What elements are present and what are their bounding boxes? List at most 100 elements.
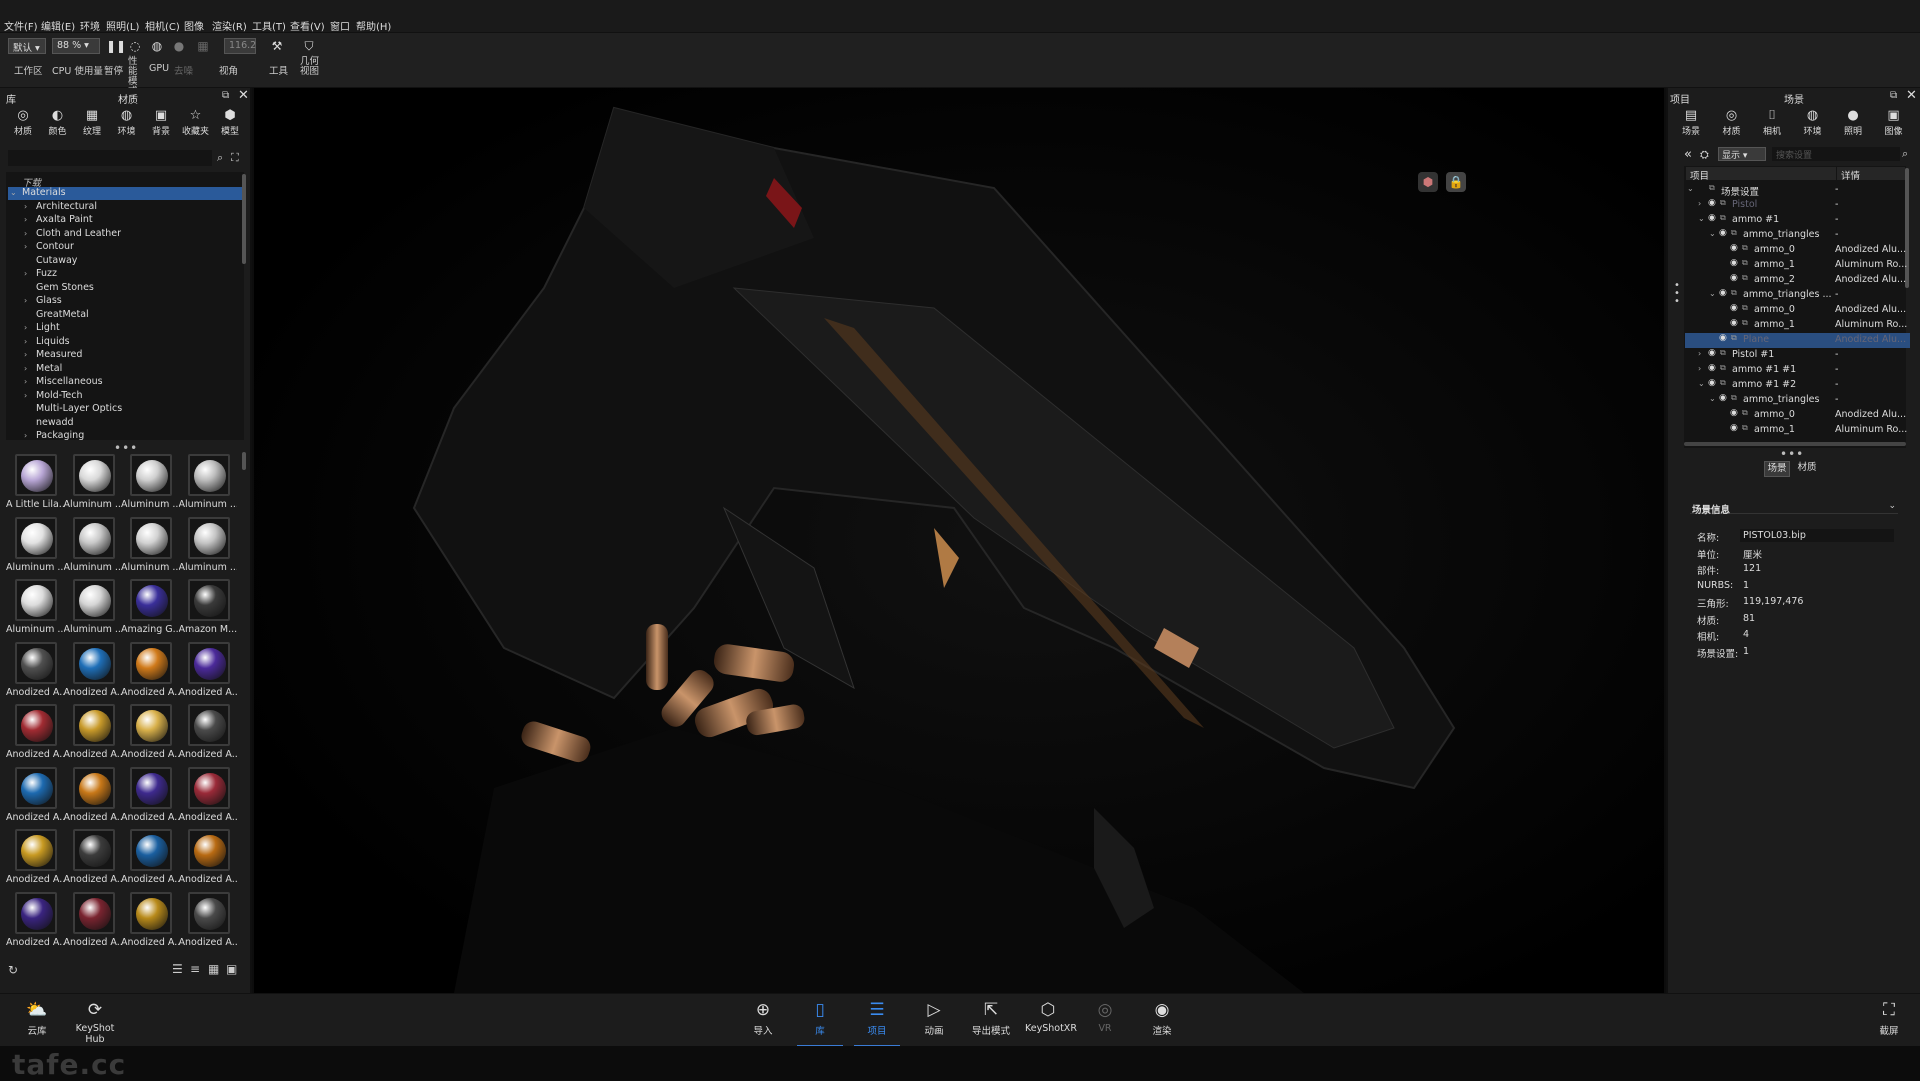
scene-tree-row[interactable]: ⌄ ◉ ⧉ ammo_triangles - (1685, 228, 1910, 243)
render-viewport[interactable]: ⬢ 🔒 (254, 88, 1664, 993)
scene-tree-row[interactable]: ◉ ⧉ ammo_2 Anodized Alu... (1685, 273, 1910, 288)
material-thumbnail[interactable]: Aluminum ... (6, 577, 64, 639)
material-thumbnail[interactable]: Anodized A... (121, 640, 179, 702)
tree-item[interactable]: › Contour (8, 241, 248, 254)
tree-item[interactable]: ⌄ Materials (8, 187, 242, 200)
eye-icon[interactable]: ◉ (1730, 273, 1738, 287)
tree-item[interactable]: Cutaway (8, 255, 248, 268)
lock-icon[interactable]: 🔒 (1446, 172, 1466, 192)
material-thumbnail[interactable]: Aluminum ... (64, 452, 122, 514)
scene-search-input[interactable]: 搜索设置 (1772, 147, 1900, 161)
material-thumbnail[interactable]: Amazing G... (121, 577, 179, 639)
chevron-right-icon[interactable]: › (24, 391, 34, 400)
eye-icon[interactable]: ◉ (1708, 378, 1716, 392)
material-thumbnail[interactable]: Anodized A... (179, 702, 237, 764)
material-thumbnail[interactable]: Aluminum ... (121, 452, 179, 514)
scene-tree-row[interactable]: ◉ ⧉ ammo_1 Aluminum Ro... (1685, 423, 1910, 438)
eye-icon[interactable]: ◉ (1730, 303, 1738, 317)
menu-item[interactable]: 帮助(H) (356, 18, 391, 33)
chevron-right-icon[interactable]: › (24, 377, 34, 386)
tab-camera[interactable]: ⌷ 相机 (1757, 108, 1787, 137)
search-icon[interactable]: ⌕ (217, 151, 223, 165)
menu-item[interactable]: 工具(T) (252, 18, 286, 33)
chevron-right-icon[interactable]: › (24, 269, 34, 278)
tools-icon[interactable]: ⚒ (270, 39, 284, 53)
material-thumbnail[interactable]: Anodized A... (6, 702, 64, 764)
splitter-handle-icon[interactable]: ••• (1780, 447, 1804, 461)
chevron-right-icon[interactable]: › (24, 215, 34, 224)
tree-item[interactable]: › Light (8, 322, 248, 335)
refresh-icon[interactable]: ↻ (8, 963, 18, 977)
chevron-right-icon[interactable]: › (1698, 349, 1701, 363)
menu-item[interactable]: 环境 (80, 18, 100, 33)
tab-scene[interactable]: ▤ 场景 (1676, 108, 1706, 137)
tree-item[interactable]: › Architectural (8, 201, 248, 214)
region-render-icon[interactable]: ⬢ (1418, 172, 1438, 192)
chevron-down-icon[interactable]: ⌄ (10, 188, 20, 197)
scene-tree-row[interactable]: ◉ ⧉ ammo_0 Anodized Alu... (1685, 243, 1910, 258)
workspace-select[interactable]: 默认 ▾ (8, 38, 46, 54)
tab-environment[interactable]: ◍ 环境 (112, 108, 142, 137)
chevron-right-icon[interactable]: › (24, 364, 34, 373)
scene-tree-row[interactable]: ◉ ⧉ ammo_0 Anodized Alu... (1685, 303, 1910, 318)
list-view-icon[interactable]: ☰ (172, 962, 183, 976)
tree-item[interactable]: Multi-Layer Optics (8, 403, 248, 416)
menu-item[interactable]: 窗口 (330, 18, 350, 33)
close-icon[interactable]: ✕ (238, 88, 249, 103)
material-thumbnail[interactable]: Anodized A... (6, 890, 64, 952)
large-grid-icon[interactable]: ▣ (226, 962, 237, 976)
tree-item[interactable]: › Mold-Tech (8, 390, 248, 403)
filter-icon[interactable]: ⛶ (231, 151, 239, 165)
material-thumbnail[interactable]: Anodized A... (6, 640, 64, 702)
material-thumbnail[interactable]: Aluminum ... (6, 515, 64, 577)
menu-item[interactable]: 编辑(E) (41, 18, 75, 33)
tab-color[interactable]: ◐ 颜色 (43, 108, 73, 137)
tab-environment[interactable]: ◍ 环境 (1798, 108, 1828, 137)
side-handle-icon[interactable]: • • • (1674, 281, 1682, 307)
scene-tree-row[interactable]: ◉ ⧉ ammo_0 Anodized Alu... (1685, 408, 1910, 423)
scene-tree-row[interactable]: ◉ ⧉ Plane Anodized Alu... (1685, 333, 1910, 348)
tree-item[interactable]: › Packaging (8, 430, 248, 443)
render-button[interactable]: ◉ 渲染 (1139, 994, 1185, 1047)
float-icon[interactable]: ⧉ (222, 90, 229, 101)
tab-model[interactable]: ⬢ 模型 (215, 108, 245, 137)
tab-material[interactable]: ◎ 材质 (1717, 108, 1747, 137)
eye-icon[interactable]: ◉ (1730, 258, 1738, 272)
scene-tree-row[interactable]: ⌄ ◉ ⧉ ammo_triangles ... - (1685, 288, 1910, 303)
eye-icon[interactable]: ◉ (1730, 423, 1738, 437)
material-thumbnail[interactable]: Anodized A... (179, 640, 237, 702)
scene-tree-row[interactable]: ⌄ ◉ ⧉ ammo #1 - (1685, 213, 1910, 228)
tab-image[interactable]: ▣ 图像 (1879, 108, 1909, 137)
keyshotxr-button[interactable]: ⬡ KeyShotXR (1025, 994, 1077, 1047)
subtab-scene[interactable]: 场景 (1764, 461, 1790, 477)
tab-background[interactable]: ▣ 背景 (146, 108, 176, 137)
tree-item[interactable]: newadd (8, 417, 248, 430)
pause-icon[interactable]: ❚❚ (106, 39, 126, 53)
material-thumbnail[interactable]: Anodized A... (64, 640, 122, 702)
material-thumbnail[interactable]: Aluminum ... (179, 515, 237, 577)
tab-material[interactable]: ◎ 材质 (8, 108, 38, 137)
material-thumbnail[interactable]: Anodized A... (6, 765, 64, 827)
tree-item[interactable]: › Axalta Paint (8, 214, 248, 227)
eye-icon[interactable]: ◉ (1730, 243, 1738, 257)
menu-item[interactable]: 图像 (184, 18, 204, 33)
geometry-view-icon[interactable]: ⛉ (302, 39, 316, 53)
screenshot-button[interactable]: ⛶ 截屏 (1866, 994, 1912, 1047)
material-thumbnail[interactable]: A Little Lila... (6, 452, 64, 514)
denoise-icon[interactable]: ● (172, 39, 186, 53)
chevron-right-icon[interactable]: › (1698, 364, 1701, 378)
material-thumbnail[interactable]: Anodized A... (179, 827, 237, 889)
vr-button[interactable]: ◎ VR (1082, 994, 1128, 1047)
library-search-input[interactable] (8, 150, 212, 166)
chevron-down-icon[interactable]: ⌄ (1709, 394, 1716, 408)
column-header-item[interactable]: 项目 (1686, 167, 1836, 182)
material-thumbnail[interactable]: Anodized A... (179, 890, 237, 952)
tree-item[interactable]: › Cloth and Leather (8, 228, 248, 241)
display-filter-select[interactable]: 显示 ▾ (1718, 147, 1766, 161)
tree-item[interactable]: › Liquids (8, 336, 248, 349)
tree-item[interactable]: › Metal (8, 363, 248, 376)
material-thumbnail[interactable]: Anodized A... (6, 827, 64, 889)
tab-texture[interactable]: ▦ 纹理 (77, 108, 107, 137)
zoom-select[interactable]: 88 % ▾ (52, 38, 100, 54)
material-thumbnail[interactable]: Aluminum ... (64, 577, 122, 639)
